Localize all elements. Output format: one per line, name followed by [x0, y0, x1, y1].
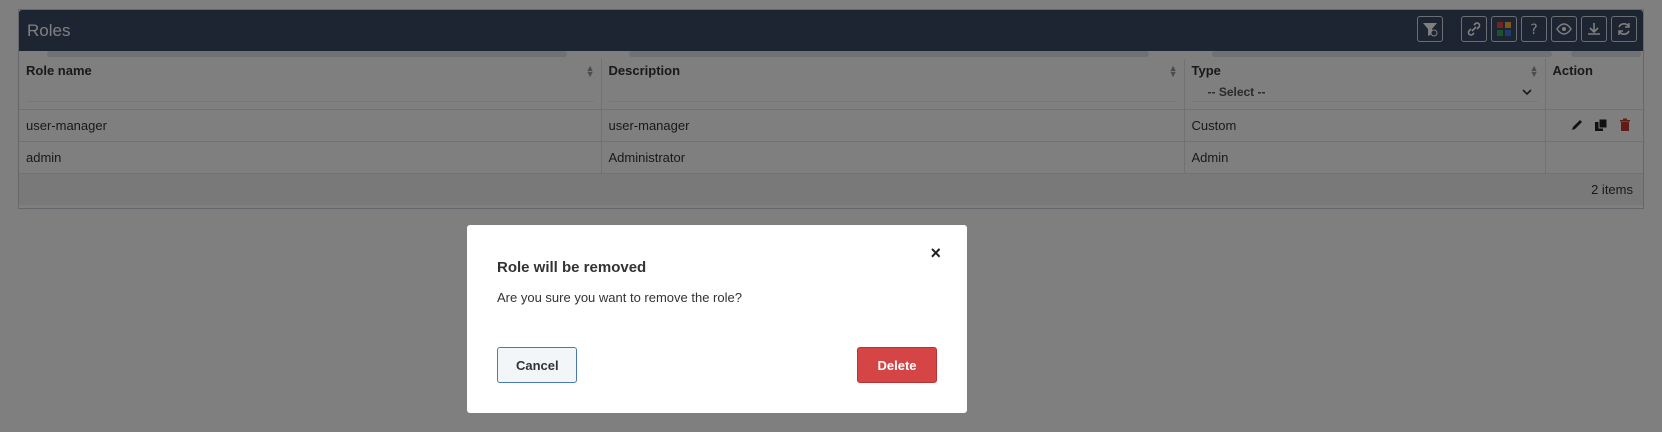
delete-button[interactable]: Delete: [857, 347, 937, 383]
cancel-button[interactable]: Cancel: [497, 347, 577, 383]
close-icon[interactable]: ×: [930, 243, 941, 264]
dialog-message: Are you sure you want to remove the role…: [497, 290, 742, 305]
dialog-title: Role will be removed: [497, 259, 647, 276]
confirm-delete-dialog: × Role will be removed Are you sure you …: [467, 225, 967, 413]
